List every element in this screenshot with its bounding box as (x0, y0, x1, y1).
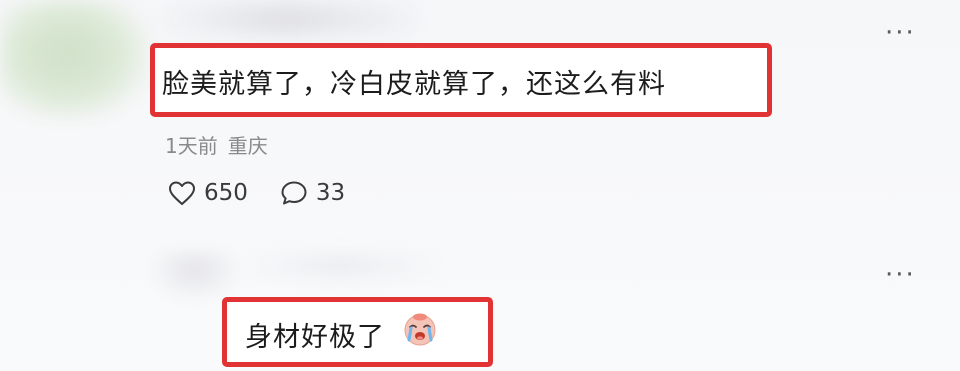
more-icon[interactable]: ··· (885, 260, 916, 290)
more-icon[interactable]: ··· (885, 18, 916, 48)
comment-meta: 1天前 重庆 (165, 130, 268, 159)
crying-face-emoji-icon (402, 311, 438, 351)
comment-text: 身材好极了 (245, 322, 385, 353)
reply-button[interactable]: 33 (280, 180, 345, 206)
avatar-blurred[interactable] (0, 0, 150, 120)
username-blurred[interactable] (240, 255, 440, 277)
like-count: 650 (204, 180, 248, 206)
comment-time: 1天前 (165, 134, 218, 158)
speech-bubble-icon (280, 180, 308, 206)
heart-outline-icon (168, 180, 196, 206)
comment-text: 脸美就算了，冷白皮就算了，还这么有料 (162, 69, 666, 100)
reply-count: 33 (315, 180, 346, 206)
comment-feed: ··· 脸美就算了，冷白皮就算了，还这么有料 1天前重庆 650 33 ··· (0, 0, 960, 371)
like-button[interactable]: 650 (168, 180, 248, 206)
comment-actions: 650 33 (168, 180, 345, 206)
avatar-blurred[interactable] (150, 250, 240, 300)
username-blurred[interactable] (150, 4, 420, 34)
comment-location: 重庆 (227, 134, 268, 158)
